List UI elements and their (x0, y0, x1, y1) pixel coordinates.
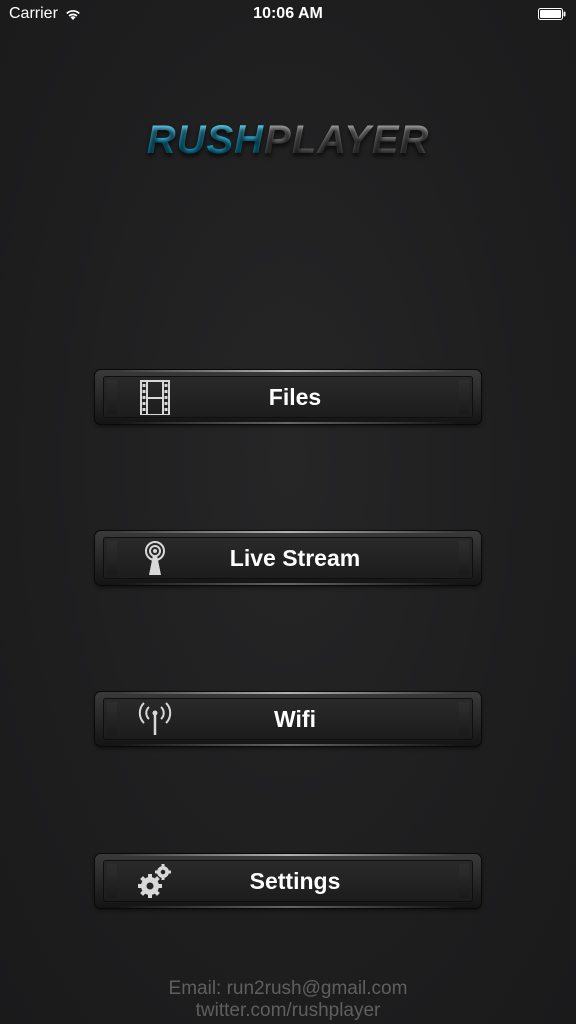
wifi-label: Wifi (274, 705, 316, 732)
footer-twitter: twitter.com/rushplayer (195, 1000, 381, 1021)
status-time: 10:06 AM (253, 5, 323, 22)
footer-email: Email: run2rush@gmail.com (168, 978, 408, 999)
battery-full-icon (538, 8, 566, 20)
settings-label: Settings (249, 867, 341, 894)
logo-player-text: PLAYER (264, 118, 430, 162)
live-stream-button[interactable]: Live Stream (95, 531, 481, 585)
app-logo: RUSHPLAYER (0, 118, 576, 163)
files-button[interactable]: Files (95, 370, 481, 424)
settings-button[interactable]: Settings (95, 854, 481, 908)
footer-contact: Email: run2rush@gmail.com twitter.com/ru… (0, 978, 576, 1022)
app-screen: Carrier 10:06 AM RUSHPLAYER Files Live S… (0, 0, 576, 1024)
live-stream-label: Live Stream (229, 544, 361, 571)
files-label: Files (268, 383, 322, 410)
status-bar: Carrier 10:06 AM (0, 0, 576, 30)
wifi-button[interactable]: Wifi (95, 692, 481, 746)
logo-rush-text: RUSH (146, 118, 265, 162)
